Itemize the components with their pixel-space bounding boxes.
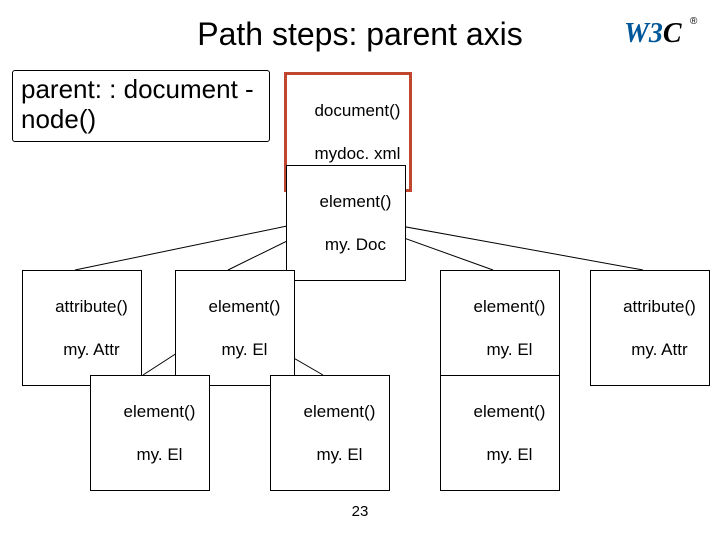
slide: Path steps: parent axis W3C ® parent: : … bbox=[0, 0, 720, 540]
node-label-line1: element() bbox=[474, 297, 546, 316]
node-label-line1: element() bbox=[320, 192, 392, 211]
node-label-line1: element() bbox=[209, 297, 281, 316]
node-label-line2: my. El bbox=[486, 445, 532, 464]
node-element-right: element() my. El bbox=[440, 270, 560, 386]
node-label-line1: attribute() bbox=[623, 297, 696, 316]
node-element-left: element() my. El bbox=[175, 270, 295, 386]
node-label-line1: element() bbox=[304, 402, 376, 421]
node-label-line1: element() bbox=[124, 402, 196, 421]
node-attribute-right: attribute() my. Attr bbox=[590, 270, 710, 386]
node-attribute-left: attribute() my. Attr bbox=[22, 270, 142, 386]
node-label-line2: my. El bbox=[221, 340, 267, 359]
node-label-line2: my. El bbox=[316, 445, 362, 464]
node-leaf-2: element() my. El bbox=[270, 375, 390, 491]
node-label-line1: element() bbox=[474, 402, 546, 421]
node-leaf-1: element() my. El bbox=[90, 375, 210, 491]
node-label-line2: my. Doc bbox=[325, 235, 386, 254]
node-label-line2: mydoc. xml bbox=[314, 144, 400, 163]
node-label-line1: attribute() bbox=[55, 297, 128, 316]
node-leaf-3: element() my. El bbox=[440, 375, 560, 491]
node-label-line2: my. Attr bbox=[63, 340, 119, 359]
node-label-line1: document() bbox=[314, 101, 400, 120]
node-label-line2: my. Attr bbox=[631, 340, 687, 359]
node-label-line2: my. El bbox=[486, 340, 532, 359]
node-root-element: element() my. Doc bbox=[286, 165, 406, 281]
node-label-line2: my. El bbox=[136, 445, 182, 464]
